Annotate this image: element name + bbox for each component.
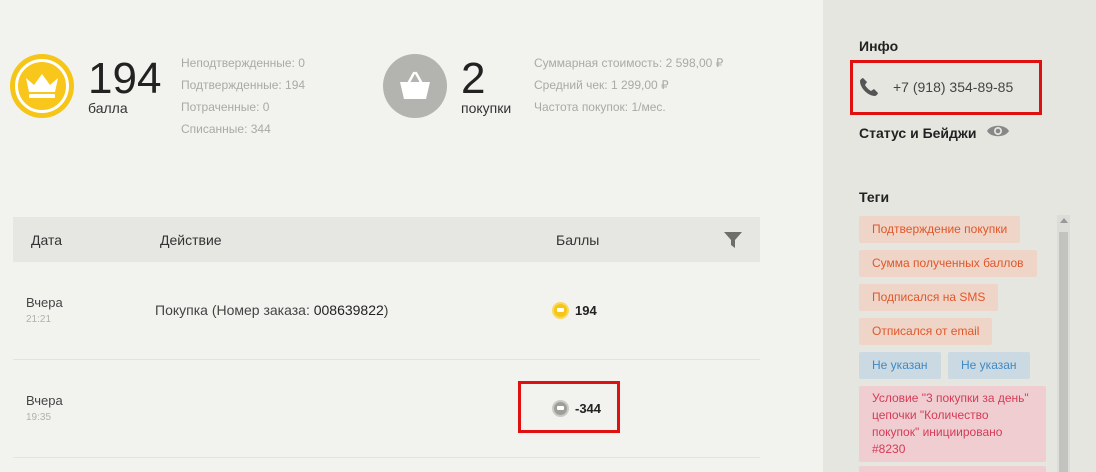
row-points: 194 [552, 302, 597, 319]
coin-icon [552, 302, 569, 319]
crown-icon [10, 54, 74, 118]
purchases-label: покупки [461, 100, 512, 116]
info-sidebar: Инфо +7 (918) 354-89-85 Статус и Бейджи … [823, 0, 1096, 472]
purchases-details: Суммарная стоимость: 2 598,00 ₽ Средний … [534, 52, 723, 118]
basket-icon [383, 54, 447, 118]
eye-icon[interactable] [986, 123, 1010, 144]
customer-main-panel: 194 балла Неподтвержденные: 0 Подтвержде… [0, 0, 823, 472]
order-number[interactable]: 008639822 [314, 302, 384, 318]
column-points[interactable]: Баллы [556, 232, 599, 248]
history-table-header: Дата Действие Баллы [13, 217, 760, 262]
highlight-box [518, 381, 620, 433]
points-label: балла [88, 100, 128, 116]
tag-chain-condition[interactable]: Условие "3 покупки за день" цепочки "Кол… [859, 386, 1046, 462]
purchases-value: 2 [461, 54, 486, 103]
tags-title: Теги [859, 189, 890, 205]
points-confirmed: Подтвержденные: 194 [181, 78, 306, 92]
scroll-thumb[interactable] [1059, 232, 1068, 472]
row-points-value: 194 [575, 303, 597, 318]
row-time: 19:35 [26, 412, 52, 423]
points-details: Неподтвержденные: 0 Подтвержденные: 194 … [181, 52, 305, 140]
points-written-off: Списанные: 344 [181, 122, 271, 136]
scroll-up-arrow-icon[interactable] [1060, 218, 1068, 223]
table-row[interactable]: Вчера 21:21 Покупка (Номер заказа: 00863… [13, 262, 760, 360]
purchases-total: Суммарная стоимость: 2 598,00 ₽ [534, 56, 724, 70]
tag-purchase-confirmation[interactable]: Подтверждение покупки [859, 216, 1021, 243]
filter-icon[interactable] [723, 230, 743, 255]
points-unconfirmed: Неподтвержденные: 0 [181, 56, 305, 70]
points-value: 194 [88, 54, 162, 103]
tag-email-unsubscribed[interactable]: Отписался от email [859, 318, 993, 345]
row-time: 21:21 [26, 314, 52, 325]
tag-points-sum[interactable]: Сумма полученных баллов [859, 250, 1037, 277]
row-action-prefix: Покупка (Номер заказа: [155, 302, 314, 318]
points-spent: Потраченные: 0 [181, 100, 270, 114]
row-date: Вчера [26, 393, 63, 408]
tag-sms-subscribed[interactable]: Подписался на SMS [859, 284, 999, 311]
purchases-average: Средний чек: 1 299,00 ₽ [534, 78, 669, 92]
info-title: Инфо [859, 38, 899, 54]
tags-scrollbar[interactable] [1057, 215, 1070, 472]
table-row[interactable]: Вчера 19:35 -344 [13, 360, 760, 458]
status-title: Статус и Бейджи [859, 125, 977, 141]
row-date: Вчера [26, 295, 63, 310]
tag-not-specified[interactable]: Не указан [859, 352, 941, 379]
tag-not-specified[interactable]: Не указан [948, 352, 1030, 379]
column-date[interactable]: Дата [31, 232, 62, 248]
highlight-box [850, 60, 1042, 115]
row-action-suffix: ) [383, 302, 389, 318]
column-action[interactable]: Действие [160, 232, 222, 248]
purchases-frequency: Частота покупок: 1/мес. [534, 100, 666, 114]
tag-next[interactable] [859, 466, 1046, 472]
row-action: Покупка (Номер заказа: 008639822) [155, 302, 388, 318]
